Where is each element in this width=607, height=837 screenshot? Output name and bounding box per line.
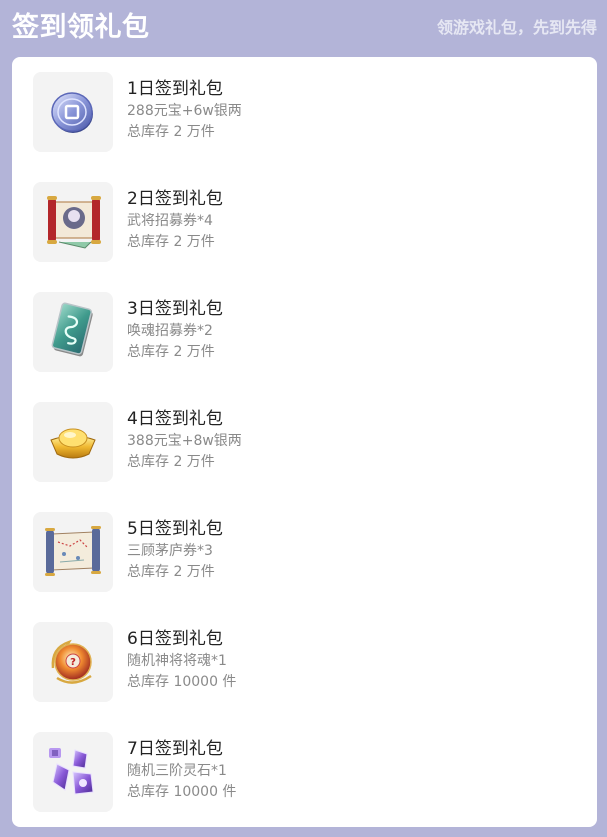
gift-info: 5日签到礼包 三顾茅庐券*3 总库存 2 万件: [127, 517, 223, 583]
page-title: 签到领礼包: [12, 12, 150, 43]
gift-thumbnail: [33, 182, 113, 262]
gift-thumbnail: [33, 512, 113, 592]
gift-thumbnail: [33, 292, 113, 372]
gift-name: 7日签到礼包: [127, 739, 223, 759]
gift-name: 2日签到礼包: [127, 189, 223, 209]
gift-item-day-7[interactable]: 7日签到礼包 随机三阶灵石*1 总库存 10000 件: [12, 717, 597, 827]
gift-stock: 总库存 2 万件: [127, 234, 215, 250]
gift-stock: 总库存 2 万件: [127, 454, 215, 470]
gift-description: 随机三阶灵石*1: [127, 763, 227, 779]
gift-name: 1日签到礼包: [127, 79, 223, 99]
gift-name: 4日签到礼包: [127, 409, 223, 429]
gift-item-day-3[interactable]: 3日签到礼包 唤魂招募券*2 总库存 2 万件: [12, 277, 597, 387]
gift-info: 6日签到礼包 随机神将将魂*1 总库存 10000 件: [127, 627, 236, 693]
map-scroll-icon: [45, 526, 101, 576]
gift-stock: 总库存 10000 件: [127, 784, 237, 800]
gift-item-day-2[interactable]: 2日签到礼包 武将招募券*4 总库存 2 万件: [12, 167, 597, 277]
svg-text:?: ?: [70, 657, 76, 668]
gift-thumbnail: [33, 72, 113, 152]
gift-info: 3日签到礼包 唤魂招募券*2 总库存 2 万件: [127, 297, 223, 363]
gift-item-day-6[interactable]: ? 6日签到礼包 随机神将将魂*1 总库存 10000 件: [12, 607, 597, 717]
gift-thumbnail: [33, 732, 113, 812]
gift-name: 6日签到礼包: [127, 629, 223, 649]
gift-description: 三顾茅庐券*3: [127, 543, 213, 559]
gift-stock: 总库存 10000 件: [127, 674, 237, 690]
gift-name: 5日签到礼包: [127, 519, 223, 539]
gift-info: 1日签到礼包 288元宝+6w银两 总库存 2 万件: [127, 77, 242, 143]
header-slogan: 领游戏礼包，先到先得: [436, 18, 597, 37]
recruit-scroll-icon: [47, 196, 101, 249]
gift-info: 2日签到礼包 武将招募券*4 总库存 2 万件: [127, 187, 223, 253]
gift-name: 3日签到礼包: [127, 299, 223, 319]
gift-item-day-1[interactable]: 1日签到礼包 288元宝+6w银两 总库存 2 万件: [12, 57, 597, 167]
jade-card-icon: [51, 302, 93, 357]
silver-coin-icon: [51, 92, 93, 133]
gift-thumbnail: ?: [33, 622, 113, 702]
gift-stock: 总库存 2 万件: [127, 344, 215, 360]
gift-description: 随机神将将魂*1: [127, 653, 227, 669]
gift-description: 武将招募券*4: [127, 213, 213, 229]
mystery-orb-icon: ?: [51, 639, 92, 684]
header: 签到领礼包 领游戏礼包，先到先得: [0, 0, 607, 56]
page: 签到领礼包 领游戏礼包，先到先得 1日签到礼包 288元宝+6w银两 总库存 2…: [0, 0, 607, 837]
gift-item-day-5[interactable]: 5日签到礼包 三顾茅庐券*3 总库存 2 万件: [12, 497, 597, 607]
spirit-stone-icon: [49, 748, 94, 795]
gift-stock: 总库存 2 万件: [127, 564, 215, 580]
gift-stock: 总库存 2 万件: [127, 124, 215, 140]
gift-list-card: 1日签到礼包 288元宝+6w银两 总库存 2 万件 2日签到礼包 武将招募券*…: [12, 57, 597, 827]
gift-description: 288元宝+6w银两: [127, 103, 242, 119]
gift-info: 4日签到礼包 388元宝+8w银两 总库存 2 万件: [127, 407, 242, 473]
gift-description: 唤魂招募券*2: [127, 323, 213, 339]
gold-ingot-icon: [50, 428, 96, 459]
gift-thumbnail: [33, 402, 113, 482]
gift-description: 388元宝+8w银两: [127, 433, 242, 449]
gift-item-day-4[interactable]: 4日签到礼包 388元宝+8w银两 总库存 2 万件: [12, 387, 597, 497]
gift-info: 7日签到礼包 随机三阶灵石*1 总库存 10000 件: [127, 737, 236, 803]
